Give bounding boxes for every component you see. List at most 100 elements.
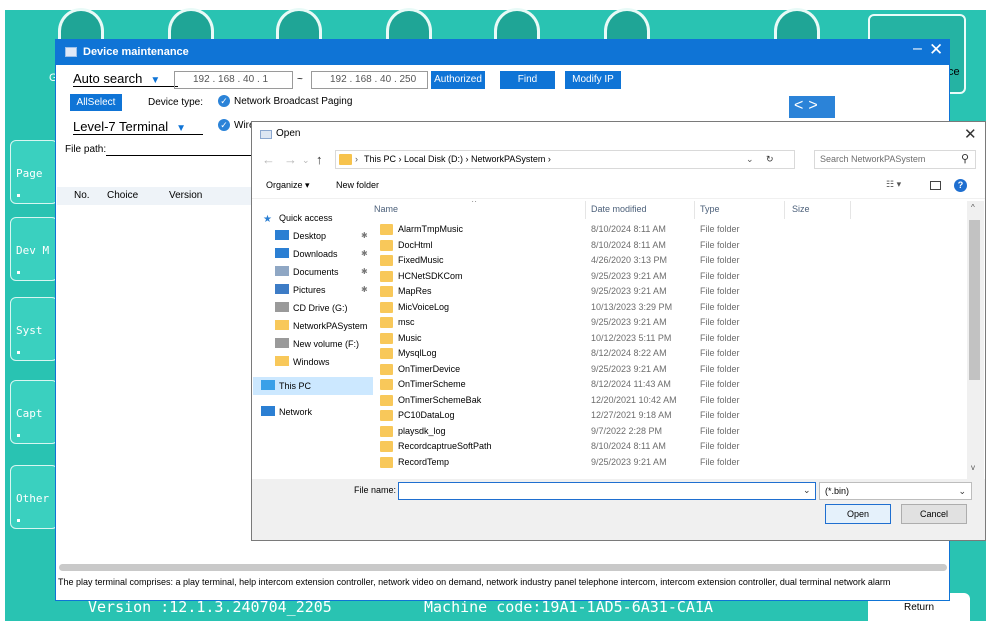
dialog-close-icon[interactable]: ✕ — [964, 125, 977, 143]
search-input[interactable]: Search NetworkPASystem ⚲ — [814, 150, 976, 169]
file-type: File folder — [700, 394, 740, 405]
column-size[interactable]: Size — [792, 204, 810, 214]
nav-item[interactable]: Network — [253, 403, 373, 421]
file-row[interactable]: RecordTemp 9/25/2023 9:21 AM File folder — [374, 455, 966, 470]
view-options-icon[interactable]: ☷ ▾ — [886, 179, 901, 190]
modify-ip-button[interactable]: Modify IP — [565, 71, 621, 89]
file-row[interactable]: FixedMusic 4/26/2020 3:13 PM File folder — [374, 253, 966, 268]
column-date-modified[interactable]: Date modified — [591, 204, 647, 214]
folder-icon — [380, 239, 393, 251]
this-pc-icon — [261, 380, 275, 390]
recent-locations-icon[interactable]: ⌄ — [302, 155, 310, 166]
side-button-system[interactable]: Syst — [10, 297, 58, 361]
folder-icon — [380, 317, 393, 328]
page-nav-buttons[interactable]: <> — [789, 96, 835, 118]
nav-item[interactable]: Pictures ✱ — [253, 281, 373, 299]
all-select-button[interactable]: AllSelect — [70, 94, 122, 111]
folder-icon — [380, 286, 393, 297]
side-button-page[interactable]: Page — [10, 140, 58, 204]
help-icon[interactable]: ? — [954, 179, 967, 192]
authorized-id-button[interactable]: Authorized id — [431, 71, 485, 103]
nav-item[interactable]: ★ Quick access — [253, 209, 373, 227]
file-row[interactable]: RecordcaptrueSoftPath 8/10/2024 8:11 AM Fi… — [374, 439, 966, 454]
open-button[interactable]: Open — [825, 504, 891, 524]
folder-icon — [339, 154, 352, 165]
file-name-input[interactable] — [398, 482, 816, 500]
terminal-level-select[interactable]: Level-7 Terminal ▼ — [73, 119, 203, 135]
checkbox-wireless[interactable]: ✓ — [218, 119, 230, 131]
file-date: 4/26/2020 3:13 PM — [591, 255, 668, 265]
file-path-input[interactable] — [106, 155, 256, 156]
up-arrow-icon[interactable]: ↑ — [316, 152, 323, 167]
scroll-up-icon[interactable]: ^ — [971, 203, 975, 212]
dialog-navigation-row: ← → ⌄ ↑ › This PC › Local Disk (D:) › Ne… — [252, 147, 985, 173]
side-button-capture[interactable]: Capt — [10, 380, 58, 444]
file-row[interactable]: OnTimerScheme 8/12/2024 11:43 AM File fold… — [374, 377, 966, 392]
folder-icon — [380, 410, 393, 421]
drive-icon — [275, 338, 289, 348]
file-name: RecordTemp — [398, 456, 450, 467]
horizontal-scrollbar[interactable] — [59, 564, 947, 571]
file-row[interactable]: OnTimerSchemeBak 12/20/2021 10:42 AM File … — [374, 393, 966, 408]
forward-arrow-icon[interactable]: → — [284, 152, 297, 167]
address-bar[interactable]: › This PC › Local Disk (D:) › NetworkPAS… — [335, 150, 795, 169]
chevron-down-icon[interactable]: ⌄ — [746, 151, 754, 168]
device-maintenance-titlebar: Device maintenance – ✕ — [56, 40, 949, 65]
nav-item[interactable]: Downloads ✱ — [253, 245, 373, 263]
nav-item-label: NetworkPASystem — [293, 321, 368, 331]
window-title: Device maintenance — [83, 46, 189, 58]
side-button-other[interactable]: Other — [10, 465, 58, 529]
file-row[interactable]: MysqlLog 8/12/2024 8:22 AM File folder — [374, 346, 966, 361]
nav-item[interactable]: Desktop ✱ — [253, 227, 373, 245]
file-type-filter-select[interactable]: (*.bin) ⌄ — [819, 482, 972, 500]
file-row[interactable]: OnTimerDevice 9/25/2023 9:21 AM File folde… — [374, 362, 966, 377]
organize-button[interactable]: Organize ▾ — [266, 180, 310, 191]
nav-item[interactable]: Windows — [253, 353, 373, 371]
file-type: File folder — [700, 255, 740, 265]
file-row[interactable]: MicVoiceLog 10/13/2023 3:29 PM File folder — [374, 300, 966, 315]
ip-end-input[interactable]: 192 . 168 . 40 . 250 — [311, 71, 428, 89]
file-date: 9/25/2023 9:21 AM — [591, 456, 667, 467]
scroll-thumb[interactable] — [969, 220, 980, 380]
nav-item[interactable]: Documents ✱ — [253, 263, 373, 281]
file-row[interactable]: playsdk_log 9/7/2022 2:28 PM File folder — [374, 424, 966, 439]
side-button-device[interactable]: Dev M — [10, 217, 58, 281]
file-row[interactable]: PC10DataLog 12/27/2021 9:18 AM File folder — [374, 408, 966, 423]
nav-item[interactable]: New volume (F:) — [253, 335, 373, 353]
nav-item[interactable]: NetworkPASystem — [253, 317, 373, 335]
nav-item-label: Downloads — [293, 249, 338, 259]
chevron-down-icon[interactable]: ⌄ — [803, 485, 811, 496]
file-row[interactable]: Music 10/12/2023 5:11 PM File folder — [374, 331, 966, 346]
file-type: File folder — [700, 379, 740, 389]
minimize-icon[interactable]: – — [913, 40, 922, 58]
back-arrow-icon[interactable]: ← — [262, 152, 275, 167]
nav-item[interactable]: This PC — [253, 377, 373, 395]
nav-item[interactable]: CD Drive (G:) — [253, 299, 373, 317]
file-row[interactable]: MapRes 9/25/2023 9:21 AM File folder — [374, 284, 966, 299]
new-folder-button[interactable]: New folder — [336, 180, 379, 190]
file-row[interactable]: HCNetSDKCom 9/25/2023 9:21 AM File folder — [374, 269, 966, 284]
vertical-scrollbar[interactable]: ^ v — [967, 201, 984, 479]
file-row[interactable]: msc 9/25/2023 9:21 AM File folder — [374, 315, 966, 330]
checkbox-network-broadcast[interactable]: ✓ — [218, 95, 230, 107]
pin-icon: ✱ — [361, 285, 368, 294]
column-name[interactable]: Name — [374, 204, 398, 214]
ip-start-input[interactable]: 192 . 168 . 40 . 1 — [174, 71, 293, 89]
find-button[interactable]: Find — [500, 71, 555, 89]
file-row[interactable]: DocHtml 8/10/2024 8:11 AM File folder — [374, 238, 966, 253]
scroll-down-icon[interactable]: v — [971, 463, 975, 472]
folder-icon — [380, 363, 393, 375]
file-type: File folder — [700, 239, 740, 250]
refresh-icon[interactable]: ↻ — [766, 151, 774, 168]
file-date: 8/12/2024 8:22 AM — [591, 348, 667, 358]
file-name: msc — [398, 317, 415, 327]
search-mode-select[interactable]: Auto search ▼ — [73, 71, 178, 87]
close-icon[interactable]: ✕ — [929, 40, 943, 60]
folder-icon — [380, 348, 393, 359]
file-row[interactable]: AlarmTmpMusic 8/10/2024 8:11 AM File folde… — [374, 222, 966, 237]
cancel-button[interactable]: Cancel — [901, 504, 967, 524]
folder-icon — [380, 425, 393, 437]
dialog-icon — [260, 130, 272, 139]
column-type[interactable]: Type — [700, 204, 720, 214]
preview-pane-icon[interactable] — [930, 181, 941, 190]
